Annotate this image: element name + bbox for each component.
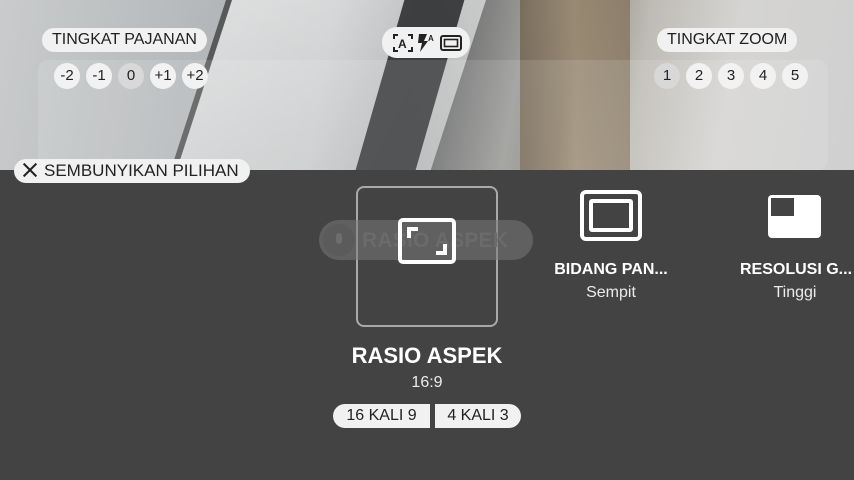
zoom-1-button[interactable]: 1 [654, 63, 680, 89]
microphone-icon [323, 224, 355, 256]
exposure-minus-1-button[interactable]: -1 [86, 63, 112, 89]
hide-options-label: SEMBUNYIKAN PILIHAN [44, 161, 239, 180]
zoom-2-button[interactable]: 2 [686, 63, 712, 89]
quick-toggles: A A [382, 27, 470, 58]
exposure-0-button[interactable]: 0 [118, 63, 144, 89]
zoom-4-button[interactable]: 4 [750, 63, 776, 89]
aspect-ratio-value: 16:9 [411, 374, 443, 391]
exposure-label: TINGKAT PAJANAN [42, 28, 207, 52]
close-icon [22, 162, 38, 178]
camera-app: TINGKAT PAJANAN -2 -1 0 +1 +2 A A TINGKA… [0, 0, 854, 480]
field-of-view-title[interactable]: BIDANG PAN... [541, 261, 681, 279]
hide-options-button[interactable]: SEMBUNYIKAN PILIHAN [14, 159, 250, 183]
aspect-ratio-title: RASIO ASPEK [351, 343, 503, 368]
zoom-3-button[interactable]: 3 [718, 63, 744, 89]
exposure-plus-2-button[interactable]: +2 [182, 63, 208, 89]
zoom-5-button[interactable]: 5 [782, 63, 808, 89]
resolution-value: Tinggi [773, 284, 817, 301]
aspect-4-3-button[interactable]: 4 KALI 3 [435, 404, 521, 428]
resolution-title[interactable]: RESOLUSI G... [734, 261, 854, 279]
aspect-16-9-button[interactable]: 16 KALI 9 [333, 404, 430, 428]
svg-text:A: A [428, 34, 434, 43]
auto-focus-icon[interactable]: A [392, 33, 414, 58]
resolution-icon[interactable] [768, 195, 821, 238]
field-of-view-icon[interactable] [580, 190, 642, 241]
aspect-ratio-icon [398, 218, 456, 264]
svg-text:A: A [398, 37, 407, 51]
exposure-minus-2-button[interactable]: -2 [54, 63, 80, 89]
aspect-frame-icon[interactable] [440, 33, 462, 58]
zoom-label: TINGKAT ZOOM [657, 28, 798, 52]
exposure-plus-1-button[interactable]: +1 [150, 63, 176, 89]
auto-flash-icon[interactable]: A [416, 33, 436, 58]
field-of-view-value: Sempit [586, 284, 636, 301]
